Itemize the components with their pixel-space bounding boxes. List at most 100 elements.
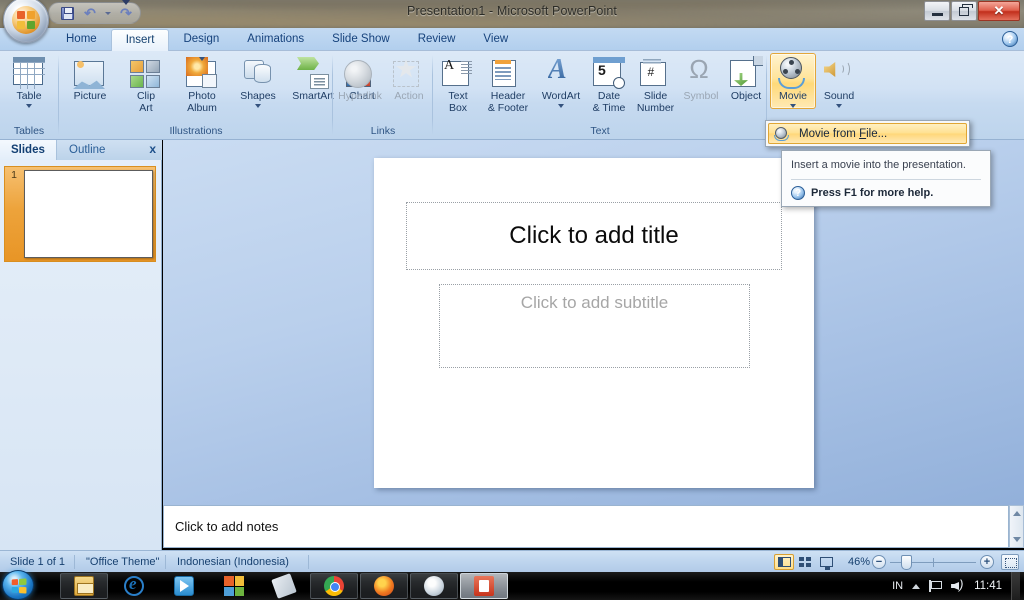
tab-slide-show[interactable]: Slide Show <box>318 28 404 51</box>
ribbon-label-wordart: WordArt <box>542 91 580 103</box>
show-desktop-button[interactable] <box>1011 572 1020 600</box>
zoom-slider-handle[interactable] <box>901 555 912 570</box>
save-button[interactable] <box>57 4 77 22</box>
ribbon-group-label-links: Links <box>336 124 430 138</box>
volume-icon[interactable] <box>951 580 965 592</box>
taskbar-item-office-app[interactable] <box>210 573 258 599</box>
chevron-down-icon <box>790 104 796 108</box>
show-hidden-icons-icon[interactable] <box>912 584 920 589</box>
ribbon-button-clip-art[interactable]: Clip Art <box>118 53 174 115</box>
ribbon-button-picture[interactable]: Picture <box>62 53 118 104</box>
view-button-normal[interactable] <box>774 554 794 570</box>
taskbar-item-powerpoint[interactable] <box>460 573 508 599</box>
customize-qat-button[interactable] <box>122 5 130 17</box>
restore-button[interactable] <box>951 1 977 21</box>
tooltip-help-text: Press F1 for more help. <box>811 187 933 199</box>
fit-to-window-button[interactable] <box>1001 554 1019 570</box>
close-pane-button[interactable]: x <box>149 142 156 156</box>
minimize-button[interactable] <box>924 1 950 21</box>
language-indicator[interactable]: IN <box>892 580 903 592</box>
ribbon-button-text-box[interactable]: Text Box <box>436 53 480 115</box>
status-language[interactable]: Indonesian (Indonesia) <box>167 551 299 573</box>
paint-app-icon <box>424 576 444 596</box>
powerpoint-icon <box>474 576 494 596</box>
notes-pane[interactable]: Click to add notes <box>163 505 1009 548</box>
zoom-in-button[interactable]: + <box>980 555 994 569</box>
chevron-down-icon <box>199 57 205 61</box>
ribbon-button-symbol[interactable]: Symbol <box>679 53 723 104</box>
text-box-icon <box>442 57 474 89</box>
zoom-level-label[interactable]: 46% <box>848 551 870 573</box>
tab-animations[interactable]: Animations <box>233 28 318 51</box>
status-theme[interactable]: "Office Theme" <box>76 551 169 573</box>
notes-scrollbar[interactable] <box>1009 505 1024 548</box>
view-button-slide-sorter[interactable] <box>795 554 815 570</box>
start-button[interactable] <box>2 570 34 600</box>
ribbon-label-picture: Picture <box>74 91 107 103</box>
ribbon-button-shapes[interactable]: Shapes <box>230 53 286 109</box>
symbol-icon <box>685 57 717 89</box>
taskbar-item-mozilla-firefox[interactable] <box>360 573 408 599</box>
system-tray: IN 11:41 <box>892 572 1024 600</box>
chevron-down-icon <box>122 0 130 17</box>
title-placeholder[interactable]: Click to add title <box>406 202 782 270</box>
smartart-icon <box>297 57 329 89</box>
ribbon-label-photo-album: Photo Album <box>187 91 217 114</box>
tab-view[interactable]: View <box>469 28 522 51</box>
ribbon-button-header-footer[interactable]: Header & Footer <box>480 53 536 115</box>
slide-thumbnail-item[interactable]: 1 <box>4 166 156 262</box>
zoom-out-button[interactable]: − <box>872 555 886 569</box>
ribbon-button-photo-album[interactable]: Photo Album <box>174 53 230 115</box>
taskbar-item-internet-explorer[interactable] <box>110 573 158 599</box>
ribbon-button-table[interactable]: Table <box>1 53 57 109</box>
ribbon-button-movie[interactable]: Movie <box>770 53 816 109</box>
ribbon-button-hyperlink[interactable]: Hyperlink <box>334 53 386 104</box>
slide-canvas[interactable]: Click to add title Click to add subtitle <box>374 158 814 488</box>
subtitle-placeholder[interactable]: Click to add subtitle <box>439 284 750 368</box>
firefox-icon <box>374 576 394 596</box>
taskbar-item-paint-app[interactable] <box>410 573 458 599</box>
status-bar: Slide 1 of 1 "Office Theme" Indonesian (… <box>0 550 1024 572</box>
tab-home[interactable]: Home <box>52 28 111 51</box>
undo-dropdown[interactable] <box>103 4 113 22</box>
ribbon-button-sound[interactable]: Sound <box>816 53 862 109</box>
view-buttons <box>774 554 836 570</box>
scroll-down-icon[interactable] <box>1013 537 1021 542</box>
help-icon[interactable]: ? <box>1002 31 1018 47</box>
movie-file-icon <box>769 127 793 141</box>
scroll-up-icon[interactable] <box>1013 511 1021 516</box>
ribbon-button-slide-number[interactable]: Slide Number <box>632 53 679 115</box>
pane-tab-slides[interactable]: Slides <box>0 140 57 160</box>
status-slide-count[interactable]: Slide 1 of 1 <box>0 551 75 573</box>
ribbon-button-wordart[interactable]: WordArt <box>536 53 586 109</box>
tab-review[interactable]: Review <box>404 28 470 51</box>
taskbar-item-paint-tool[interactable] <box>260 573 308 599</box>
windows-taskbar: IN 11:41 <box>0 572 1024 600</box>
taskbar-item-media-player[interactable] <box>160 573 208 599</box>
network-icon[interactable] <box>929 580 942 592</box>
zoom-slider[interactable]: − + <box>872 555 994 570</box>
slide-thumbnail[interactable] <box>24 170 153 258</box>
close-button[interactable]: ✕ <box>978 1 1020 21</box>
slide-number-label: 1 <box>5 169 23 181</box>
ribbon-button-object[interactable]: Object <box>723 53 769 104</box>
tab-design[interactable]: Design <box>169 28 233 51</box>
menu-item-movie-from-file[interactable]: Movie from File... <box>768 123 967 144</box>
taskbar-item-google-chrome[interactable] <box>310 573 358 599</box>
group-separator <box>432 55 433 135</box>
slide-show-icon <box>820 557 833 567</box>
view-button-slide-show[interactable] <box>816 554 836 570</box>
ribbon-tabs: Home Insert Design Animations Slide Show… <box>52 28 522 51</box>
ribbon-button-date-time[interactable]: Date & Time <box>586 53 632 115</box>
tab-insert[interactable]: Insert <box>111 29 170 51</box>
tooltip-description: Insert a movie into the presentation. <box>791 158 981 172</box>
clock[interactable]: 11:41 <box>974 580 1002 592</box>
action-icon <box>393 57 425 89</box>
ribbon-group-tables: Table Tables <box>0 51 58 140</box>
undo-button[interactable]: ↶ <box>80 4 100 22</box>
ribbon-button-action[interactable]: Action <box>386 53 432 104</box>
menu-item-label: Movie from File... <box>799 128 887 140</box>
taskbar-item-windows-explorer[interactable] <box>60 573 108 599</box>
pane-tab-outline[interactable]: Outline <box>58 140 116 160</box>
ribbon-tab-bar: Home Insert Design Animations Slide Show… <box>0 28 1024 51</box>
